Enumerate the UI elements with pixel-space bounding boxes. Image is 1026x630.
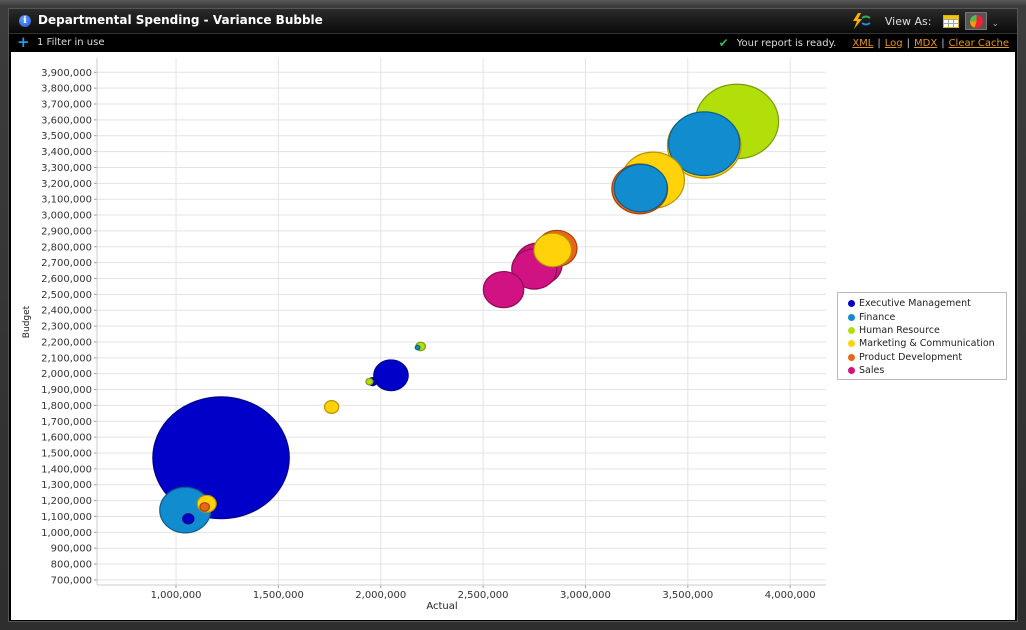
bubble-finance (613, 163, 668, 213)
y-tick-label: 2,300,000 (41, 322, 92, 333)
y-tick-label: 2,900,000 (41, 226, 92, 237)
y-tick-label: 3,600,000 (41, 115, 92, 126)
legend-item[interactable]: Executive Management (848, 297, 1006, 310)
xml-link[interactable]: XML (852, 38, 873, 49)
x-axis-label: Actual (426, 601, 457, 612)
y-tick-label: 1,500,000 (41, 449, 92, 460)
refresh-bolt-icon[interactable] (851, 13, 871, 29)
view-as-label: View As: (884, 14, 932, 28)
y-tick-label: 2,600,000 (41, 274, 92, 285)
legend-label: Executive Management (859, 298, 971, 310)
y-tick-label: 1,700,000 (41, 417, 92, 428)
y-tick-label: 2,500,000 (41, 290, 92, 301)
y-tick-label: 1,000,000 (41, 528, 92, 539)
info-icon[interactable]: i (19, 15, 31, 27)
y-tick-label: 1,800,000 (41, 401, 92, 412)
title-bar: i Departmental Spending - Variance Bubbl… (9, 9, 1017, 34)
x-tick-label: 3,000,000 (560, 590, 611, 601)
y-tick-label: 1,400,000 (41, 464, 92, 475)
bubble-marketing-communication (323, 400, 340, 414)
chart-legend: Executive Management Finance Human Resourc… (837, 292, 1007, 380)
legend-item[interactable]: Finance (848, 310, 1006, 323)
y-tick-label: 1,300,000 (41, 480, 92, 491)
y-tick-label: 1,600,000 (41, 433, 92, 444)
legend-label: Marketing & Communication (859, 338, 995, 350)
plus-icon[interactable]: + (17, 35, 30, 50)
legend-item[interactable]: Product Development (848, 351, 1006, 364)
y-tick-label: 2,100,000 (41, 353, 92, 364)
legend-marker (848, 326, 855, 334)
y-tick-label: 2,200,000 (41, 337, 92, 348)
status-message: Your report is ready. (736, 37, 837, 49)
report-title: Departmental Spending - Variance Bubble (38, 13, 323, 27)
report-panel: i Departmental Spending - Variance Bubbl… (8, 8, 1018, 622)
legend-label: Product Development (859, 351, 963, 363)
chart-view-icon (969, 14, 983, 28)
y-tick-label: 2,400,000 (41, 306, 92, 317)
y-tick-label: 2,700,000 (41, 258, 92, 269)
y-tick-label: 3,800,000 (41, 84, 92, 95)
link-separator: | (906, 37, 910, 49)
filter-bar: + 1 Filter in use ✔ Your report is ready… (9, 34, 1017, 51)
y-axis-label: Budget (22, 305, 32, 338)
bubble-finance (414, 344, 421, 351)
log-link[interactable]: Log (885, 38, 903, 49)
y-tick-label: 2,000,000 (41, 369, 92, 380)
legend-marker (848, 313, 855, 321)
legend-label: Sales (859, 365, 885, 377)
chart-view-button[interactable] (965, 12, 988, 30)
bubble-marketing-communication (533, 232, 573, 268)
y-tick-label: 3,500,000 (41, 131, 92, 142)
y-tick-label: 1,100,000 (41, 512, 92, 523)
y-tick-label: 3,700,000 (41, 100, 92, 111)
link-separator: | (877, 37, 881, 49)
legend-marker (848, 340, 855, 348)
legend-marker (848, 367, 855, 375)
y-tick-label: 3,400,000 (41, 147, 92, 158)
bubble-human-resource (365, 377, 374, 386)
bubble-executive-management (182, 513, 195, 525)
y-tick-label: 3,000,000 (41, 211, 92, 222)
chevron-down-icon[interactable]: ⌄ (991, 19, 999, 29)
y-tick-label: 3,900,000 (41, 68, 92, 79)
x-tick-label: 1,000,000 (151, 590, 202, 601)
legend-item[interactable]: Marketing & Communication (848, 337, 1006, 350)
table-view-icon[interactable] (943, 14, 960, 28)
legend-marker (848, 353, 855, 361)
link-separator: | (941, 37, 945, 49)
y-tick-label: 800,000 (51, 560, 92, 571)
bubble-executive-management (373, 359, 409, 392)
x-tick-label: 2,500,000 (458, 590, 509, 601)
y-tick-label: 3,100,000 (41, 195, 92, 206)
legend-item[interactable]: Sales (848, 364, 1006, 377)
clear-cache-link[interactable]: Clear Cache (949, 38, 1009, 49)
y-tick-label: 1,900,000 (41, 385, 92, 396)
y-tick-label: 1,200,000 (41, 496, 92, 507)
legend-item[interactable]: Human Resource (848, 324, 1006, 337)
bubble-sales (482, 270, 525, 309)
y-tick-label: 3,300,000 (41, 163, 92, 174)
report-status: ✔ Your report is ready. XML | Log | MDX … (719, 36, 1009, 50)
bubble-product-development (199, 502, 211, 512)
y-tick-label: 3,200,000 (41, 179, 92, 190)
legend-label: Finance (859, 311, 896, 323)
chart-canvas: 700,000 800,000 900,000 1,000,000 1,100,000 1… (11, 52, 1015, 620)
mdx-link[interactable]: MDX (914, 38, 937, 49)
x-tick-label: 2,000,000 (355, 590, 406, 601)
x-tick-label: 4,000,000 (765, 590, 816, 601)
legend-label: Human Resource (859, 324, 940, 336)
y-tick-label: 900,000 (51, 544, 92, 555)
view-as-group: View As: ⌄ (851, 12, 999, 30)
y-tick-label: 2,800,000 (41, 242, 92, 253)
window-frame: i Departmental Spending - Variance Bubbl… (0, 0, 1026, 630)
y-tick-label: 700,000 (51, 575, 92, 586)
checkmark-icon: ✔ (718, 36, 729, 50)
filter-status[interactable]: 1 Filter in use (37, 37, 104, 48)
legend-marker (848, 300, 855, 308)
x-tick-label: 1,500,000 (253, 590, 304, 601)
x-tick-label: 3,500,000 (662, 590, 713, 601)
